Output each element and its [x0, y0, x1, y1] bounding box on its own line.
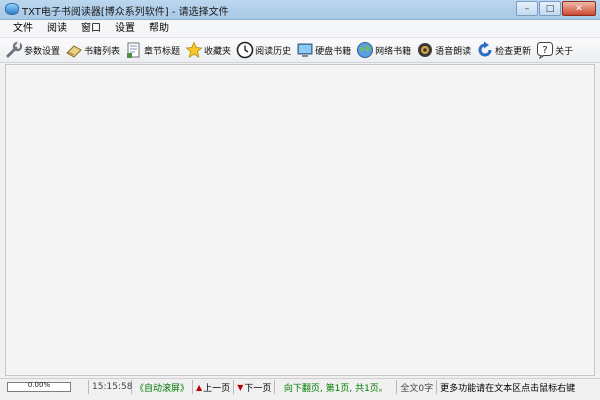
chapter-icon: [124, 41, 143, 60]
favorites-button[interactable]: 收藏夹: [184, 39, 231, 62]
network-books-button[interactable]: 网络书籍: [355, 39, 411, 62]
speaker-icon: [415, 41, 434, 60]
reading-progress-text: 0.00%: [27, 381, 51, 389]
about-button[interactable]: ? 关于: [535, 39, 573, 62]
svg-text:?: ?: [542, 45, 547, 56]
minimize-button[interactable]: –: [516, 1, 538, 16]
disk-books-button[interactable]: 硬盘书籍: [295, 39, 351, 62]
page-info: 向下翻页, 第1页, 共1页。: [275, 380, 398, 394]
close-button[interactable]: ✕: [562, 1, 596, 16]
title-bar: TXT电子书阅读器[博众系列软件] - 请选择文件 – □ ✕: [0, 0, 600, 20]
help-icon: ?: [535, 41, 554, 60]
prev-page-button[interactable]: ▲ 上一页: [193, 380, 235, 394]
clock-time: 15:15:58: [89, 380, 132, 394]
book-list-button[interactable]: 书籍列表: [64, 39, 120, 62]
reading-history-button[interactable]: 阅读历史: [235, 39, 291, 62]
next-page-button[interactable]: ▼ 下一页: [234, 380, 276, 394]
wrench-icon: [4, 41, 23, 60]
reading-progress-bar: 0.00%: [7, 381, 71, 392]
window-title: TXT电子书阅读器[博众系列软件] - 请选择文件: [22, 7, 229, 18]
down-triangle-icon: ▼: [237, 382, 244, 392]
star-icon: [184, 41, 203, 60]
menu-read[interactable]: 阅读: [40, 20, 74, 38]
status-bar: 0.00% 15:15:58 《自动滚屏》 ▲ 上一页 ▼ 下一页 向下翻页, …: [0, 378, 600, 395]
next-page-label: 下一页: [244, 383, 272, 394]
check-update-button[interactable]: 检查更新: [475, 39, 531, 62]
monitor-icon: [295, 41, 314, 60]
menu-help[interactable]: 帮助: [142, 20, 176, 38]
total-characters: 全文0字: [397, 380, 438, 394]
window-controls: – □ ✕: [516, 1, 596, 16]
globe-icon: [355, 41, 374, 60]
menu-settings[interactable]: 设置: [108, 20, 142, 38]
reading-progress-section: 0.00%: [0, 380, 89, 394]
clock-icon: [235, 41, 254, 60]
maximize-button[interactable]: □: [539, 1, 561, 16]
menu-bar: 文件 阅读 窗口 设置 帮助: [0, 20, 600, 38]
text-reading-area[interactable]: [5, 64, 595, 376]
prev-page-label: 上一页: [203, 383, 231, 394]
chapter-title-button[interactable]: 章节标题: [124, 39, 180, 62]
voice-reading-button[interactable]: 语音朗读: [415, 39, 471, 62]
toolbar: 参数设置 书籍列表 章节标题 收藏夹 阅读历史 硬盘书籍 网络书籍 语音朗读 检…: [0, 38, 600, 63]
auto-scroll-button[interactable]: 《自动滚屏》: [132, 380, 194, 394]
menu-file[interactable]: 文件: [6, 20, 40, 38]
app-window: TXT电子书阅读器[博众系列软件] - 请选择文件 – □ ✕ 文件 阅读 窗口…: [0, 0, 600, 400]
book-list-icon: [64, 41, 83, 60]
menu-window[interactable]: 窗口: [74, 20, 108, 38]
app-logo-icon: [5, 3, 19, 15]
parameter-settings-button[interactable]: 参数设置: [4, 39, 60, 62]
context-menu-hint: 更多功能请在文本区点击鼠标右键: [440, 383, 576, 394]
refresh-icon: [475, 41, 494, 60]
up-triangle-icon: ▲: [196, 382, 203, 392]
